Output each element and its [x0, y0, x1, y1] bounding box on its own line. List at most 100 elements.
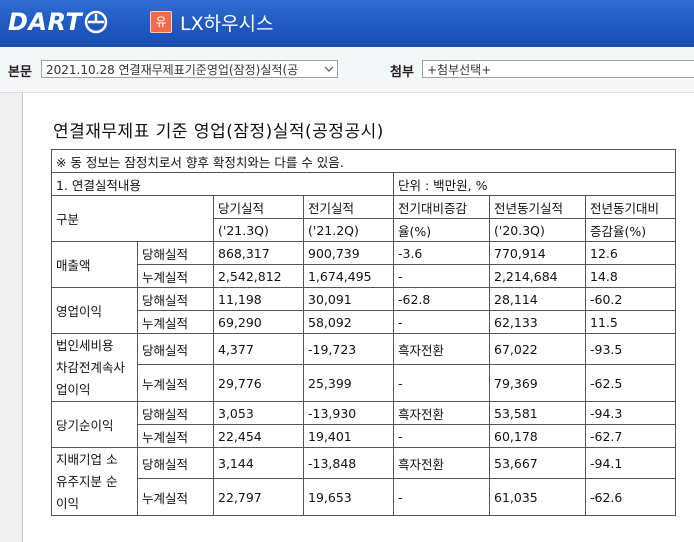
last-year-cell: 770,914	[489, 241, 586, 265]
dart-header: DART 유 LX하우시스	[0, 0, 694, 47]
last-year-cell: 79,369	[489, 364, 586, 402]
item-label: 영업이익	[51, 287, 138, 334]
header-yoy-period: ('20.3Q)	[489, 218, 586, 242]
table-row: 영업이익 당해실적 11,198 30,091 -62.8 28,114 -60…	[51, 287, 676, 334]
table-row: 누계실적 29,776 25,399 - 79,369 -62.5	[52, 364, 676, 402]
previous-cell: -13,930	[303, 401, 394, 425]
previous-cell: 30,091	[303, 287, 394, 311]
item-label: 당기순이익	[51, 401, 138, 448]
qoq-cell: 흑자전환	[393, 333, 490, 365]
current-cell: 69,290	[213, 310, 304, 334]
header-current-period: ('21.3Q)	[213, 218, 304, 242]
current-cell: 868,317	[213, 241, 304, 265]
table-row: 지배기업 소 유주지분 순 이익 당해실적 3,144 -13,848 흑자전환…	[51, 447, 676, 516]
table-row: 누계실적 69,290 58,092 - 62,133 11.5	[52, 310, 676, 334]
current-cell: 22,797	[213, 478, 304, 516]
table-row: 1. 연결실적내용 단위 : 백만원, %	[51, 172, 676, 196]
header-yoy-base: 전년동기실적	[489, 195, 586, 219]
header-yoy-unit: 증감율(%)	[585, 218, 676, 242]
current-cell: 4,377	[213, 333, 304, 365]
previous-cell: 25,399	[303, 364, 394, 402]
yoy-cell: -93.5	[585, 333, 676, 365]
item-label-line: 차감전계속사	[56, 359, 126, 375]
type-cell: 당해실적	[137, 447, 214, 479]
unit-cell: 단위 : 백만원, %	[393, 172, 676, 196]
previous-cell: -19,723	[303, 333, 394, 365]
yoy-cell: -94.3	[585, 401, 676, 425]
previous-cell: 900,739	[303, 241, 394, 265]
qoq-cell: 흑자전환	[393, 401, 490, 425]
yoy-cell: -62.6	[585, 478, 676, 516]
item-label: 매출액	[51, 241, 138, 288]
header-current: 당기실적	[213, 195, 304, 219]
item-label-multiline: 지배기업 소 유주지분 순 이익	[51, 447, 138, 516]
report-label: 본문	[8, 65, 32, 80]
yoy-cell: 11.5	[585, 310, 676, 334]
yoy-cell: 12.6	[585, 241, 676, 265]
type-cell: 누계실적	[137, 478, 214, 516]
type-cell: 당해실적	[137, 241, 214, 265]
header-yoy: 전년동기대비	[585, 195, 676, 219]
qoq-cell: -62.8	[393, 287, 490, 311]
qoq-cell: -	[393, 478, 490, 516]
type-cell: 당해실적	[137, 333, 214, 365]
header-previous: 전기실적	[303, 195, 394, 219]
table-row: 법인세비용 차감전계속사 업이익 당해실적 4,377 -19,723 흑자전환…	[51, 333, 676, 402]
dart-logo-icon	[85, 10, 108, 34]
header-previous-period: ('21.2Q)	[303, 218, 394, 242]
qoq-cell: 흑자전환	[393, 447, 490, 479]
yoy-cell: -62.7	[585, 424, 676, 448]
document-page: 연결재무제표 기준 영업(잠정)실적(공정공시) ※ 동 정보는 잠정치로서 향…	[22, 93, 694, 542]
previous-cell: -13,848	[303, 447, 394, 479]
yoy-cell: -62.5	[585, 364, 676, 402]
attach-select-value: +첨부선택+	[427, 63, 492, 77]
attach-label: 첨부	[390, 65, 414, 80]
previous-cell: 58,092	[303, 310, 394, 334]
table-header-row: 구분 당기실적 전기실적 전기대비증감 전년동기실적 전년동기대비	[51, 195, 676, 242]
document-viewer[interactable]: 연결재무제표 기준 영업(잠정)실적(공정공시) ※ 동 정보는 잠정치로서 향…	[0, 93, 694, 542]
company-type-badge: 유	[150, 11, 172, 33]
type-cell: 누계실적	[137, 310, 214, 334]
qoq-cell: -	[393, 424, 490, 448]
document-title: 연결재무제표 기준 영업(잠정)실적(공정공시)	[53, 122, 384, 142]
logo-text: DART	[8, 8, 83, 36]
last-year-cell: 61,035	[489, 478, 586, 516]
current-cell: 29,776	[213, 364, 304, 402]
current-cell: 3,144	[213, 447, 304, 479]
current-cell: 11,198	[213, 287, 304, 311]
item-label-line: 유주지분 순	[56, 473, 118, 489]
attach-select[interactable]: +첨부선택+	[422, 60, 694, 78]
item-label-line: 이익	[56, 495, 80, 511]
last-year-cell: 2,214,684	[489, 264, 586, 288]
type-cell: 누계실적	[137, 424, 214, 448]
qoq-cell: -3.6	[393, 241, 490, 265]
item-label-multiline: 법인세비용 차감전계속사 업이익	[51, 333, 138, 402]
table-row: 매출액 당해실적 868,317 900,739 -3.6 770,914 12…	[51, 241, 676, 288]
header-category: 구분	[51, 195, 214, 242]
report-select-value: 2021.10.28 연결재무제표기준영업(잠정)실적(공	[46, 63, 299, 77]
previous-cell: 1,674,495	[303, 264, 394, 288]
last-year-cell: 60,178	[489, 424, 586, 448]
table-row: 당기순이익 당해실적 3,053 -13,930 흑자전환 53,581 -94…	[51, 401, 676, 448]
last-year-cell: 62,133	[489, 310, 586, 334]
table-row: ※ 동 정보는 잠정치로서 향후 확정치와는 다를 수 있음.	[51, 149, 676, 173]
current-cell: 3,053	[213, 401, 304, 425]
dart-logo[interactable]: DART	[8, 7, 108, 37]
table-row: 누계실적 22,797 19,653 - 61,035 -62.6	[52, 478, 676, 516]
section-cell: 1. 연결실적내용	[51, 172, 394, 196]
item-label-line: 법인세비용	[56, 337, 114, 353]
previous-cell: 19,401	[303, 424, 394, 448]
report-select[interactable]: 2021.10.28 연결재무제표기준영업(잠정)실적(공	[41, 60, 338, 78]
last-year-cell: 53,667	[489, 447, 586, 479]
yoy-cell: -94.1	[585, 447, 676, 479]
current-cell: 22,454	[213, 424, 304, 448]
table-row: 누계실적 2,542,812 1,674,495 - 2,214,684 14.…	[52, 264, 676, 288]
yoy-cell: 14.8	[585, 264, 676, 288]
document-toolbar: 본문 2021.10.28 연결재무제표기준영업(잠정)실적(공 첨부 +첨부선…	[0, 47, 694, 93]
item-label-line: 지배기업 소	[56, 451, 118, 467]
type-cell: 당해실적	[137, 287, 214, 311]
previous-cell: 19,653	[303, 478, 394, 516]
yoy-cell: -60.2	[585, 287, 676, 311]
type-cell: 당해실적	[137, 401, 214, 425]
header-qoq: 전기대비증감	[393, 195, 490, 219]
